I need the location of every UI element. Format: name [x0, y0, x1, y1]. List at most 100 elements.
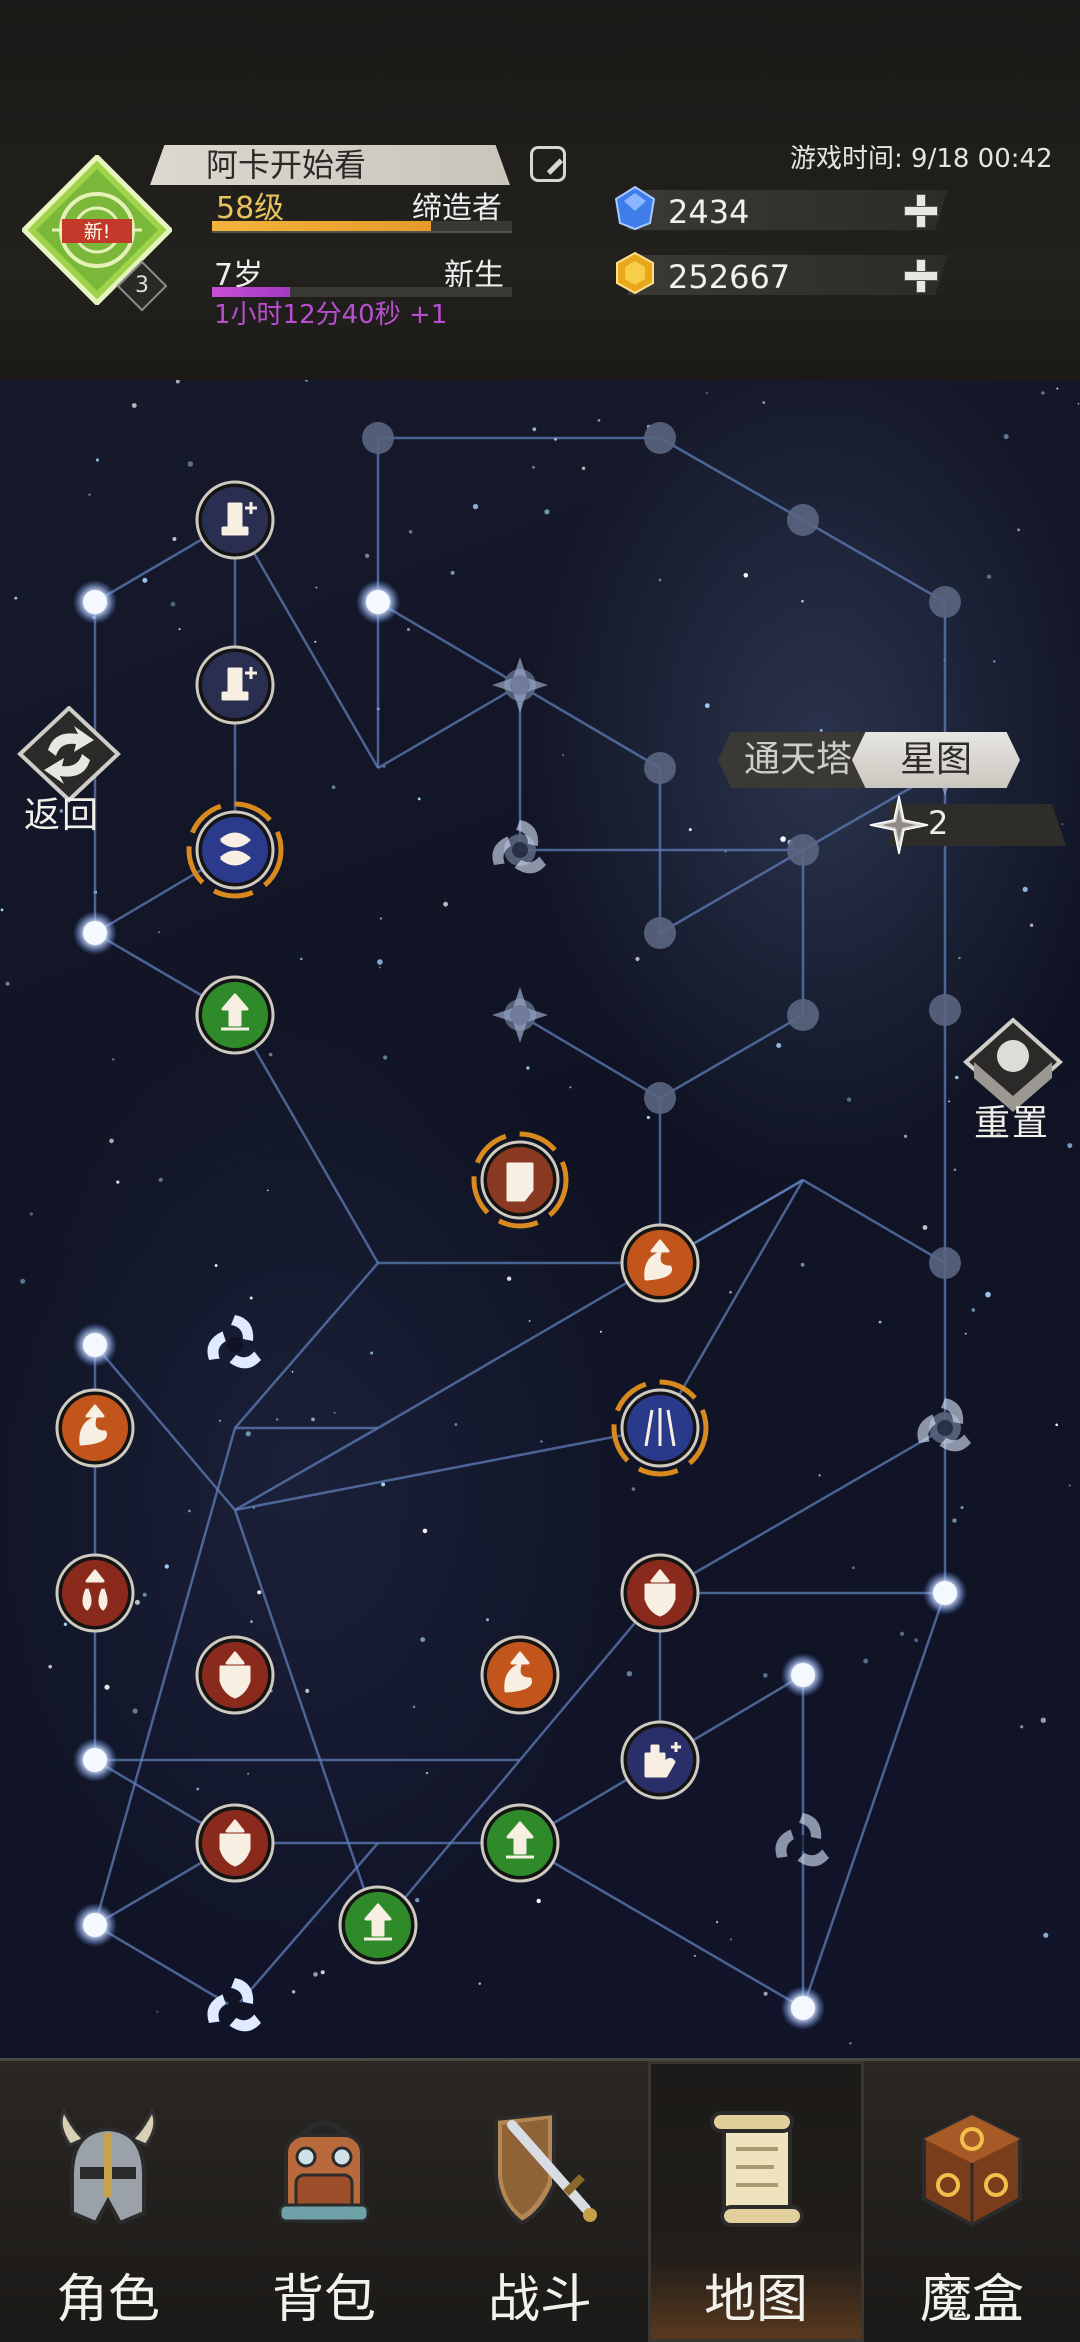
skill-green-up-2-icon[interactable]	[480, 1803, 560, 1883]
compass-node-icon	[492, 657, 548, 713]
background-star	[993, 660, 996, 663]
background-star	[158, 1177, 163, 1182]
background-star	[763, 1991, 768, 1996]
skill-shield-up-icon[interactable]	[195, 1635, 275, 1715]
skill-chain-rune-icon[interactable]	[186, 801, 284, 899]
background-star	[407, 628, 410, 631]
background-star	[249, 1296, 253, 1300]
background-star	[304, 380, 309, 382]
background-star	[948, 1100, 951, 1103]
nav-magic-box[interactable]: 魔盒	[864, 2061, 1080, 2342]
background-star	[88, 493, 91, 496]
background-star	[863, 1658, 869, 1664]
vortex-center	[795, 1835, 811, 1851]
constellation-line	[234, 1426, 661, 1512]
dim-star-node	[787, 834, 819, 866]
skill-shield-up-2-icon[interactable]	[620, 1553, 700, 1633]
background-star	[763, 1673, 768, 1678]
vortex-center	[227, 2000, 243, 2016]
background-star	[729, 1938, 733, 1941]
back-label[interactable]: 返回	[24, 786, 100, 838]
background-star	[635, 956, 640, 962]
background-star	[776, 1043, 782, 1048]
dim-star-node	[644, 917, 676, 949]
vortex-node-icon	[207, 1315, 261, 1369]
nav-battle[interactable]: 战斗	[432, 2061, 648, 2342]
background-star	[245, 1431, 251, 1437]
background-star	[922, 1225, 928, 1230]
skill-green-up-3-icon[interactable]	[338, 1885, 418, 1965]
gold-icon	[616, 251, 654, 295]
lit-star-core	[933, 1581, 957, 1605]
lit-star-core	[83, 1748, 107, 1772]
background-star	[291, 1990, 296, 1994]
background-star	[1056, 387, 1059, 390]
skill-fist-icon[interactable]	[471, 1131, 569, 1229]
background-star	[846, 1097, 852, 1102]
background-star	[986, 574, 992, 579]
skill-hand-plus-icon[interactable]	[620, 1720, 700, 1800]
add-gems-button[interactable]	[904, 194, 938, 228]
background-star	[1061, 823, 1064, 825]
background-star	[377, 959, 383, 965]
nav-label-backpack: 背包	[271, 2270, 376, 2330]
background-star	[1068, 1484, 1071, 1487]
constellation-nodes	[55, 422, 973, 2032]
dim-star-node	[644, 1082, 676, 1114]
background-star	[178, 628, 181, 631]
background-star	[187, 461, 193, 467]
skill-green-up-icon[interactable]	[195, 975, 275, 1055]
background-star	[214, 1264, 218, 1267]
lit-star-core	[83, 590, 107, 614]
background-star	[156, 2010, 159, 2013]
skill-claw-rune-icon[interactable]	[611, 1379, 709, 1477]
background-star	[266, 1189, 269, 1192]
skill-sword-plus-icon[interactable]	[195, 480, 275, 560]
constellation-line	[658, 1179, 805, 1429]
background-star	[852, 1566, 855, 1570]
background-star	[247, 1772, 250, 1775]
background-star	[20, 1278, 26, 1284]
background-star	[528, 1320, 531, 1322]
background-star	[313, 1972, 318, 1977]
reset-label[interactable]: 重置	[974, 1094, 1050, 1146]
lit-star-core	[83, 921, 107, 945]
background-star	[818, 1474, 821, 1477]
nav-backpack[interactable]: 背包	[216, 2061, 432, 2342]
background-star	[985, 1291, 991, 1298]
background-star	[506, 1276, 512, 1281]
dim-star-node	[929, 994, 961, 1026]
skill-flame-up-icon[interactable]	[620, 1223, 700, 1303]
add-gold-button[interactable]	[904, 259, 938, 293]
background-star	[188, 1509, 191, 1513]
background-star	[1020, 1725, 1024, 1729]
background-star	[142, 577, 148, 583]
star-map[interactable]	[0, 380, 1080, 2058]
background-star	[1029, 923, 1034, 927]
tab-starmap[interactable]: 星图	[852, 732, 1020, 788]
background-star	[417, 797, 421, 801]
skill-flame-up-left-icon[interactable]	[55, 1388, 135, 1468]
skill-sword-plus-2-icon[interactable]	[195, 645, 275, 725]
nav-character[interactable]: 角色	[0, 2061, 216, 2342]
background-star	[219, 1419, 221, 1422]
scroll-map-icon	[710, 2111, 804, 2227]
lit-star-core	[83, 1333, 107, 1357]
background-star	[425, 1771, 429, 1775]
level-progress-bar	[212, 221, 512, 233]
gold-counter: 252667	[628, 255, 948, 295]
background-star	[971, 1308, 976, 1312]
star-map-area[interactable]: 返回 通天塔 星图 2 重置	[0, 380, 1080, 2058]
skill-shield-up-3-icon[interactable]	[195, 1803, 275, 1883]
constellation-line	[377, 1178, 804, 1430]
skill-drops-up-icon[interactable]	[55, 1553, 135, 1633]
background-star	[381, 1482, 386, 1487]
dim-star-node	[362, 422, 394, 454]
edit-name-button[interactable]	[530, 146, 566, 182]
dim-star-node	[644, 752, 676, 784]
background-star	[1067, 1143, 1073, 1149]
nav-map[interactable]: 地图	[648, 2061, 864, 2342]
background-star	[878, 1320, 882, 1324]
skill-flame-up-2-icon[interactable]	[480, 1635, 560, 1715]
background-star	[688, 828, 692, 832]
